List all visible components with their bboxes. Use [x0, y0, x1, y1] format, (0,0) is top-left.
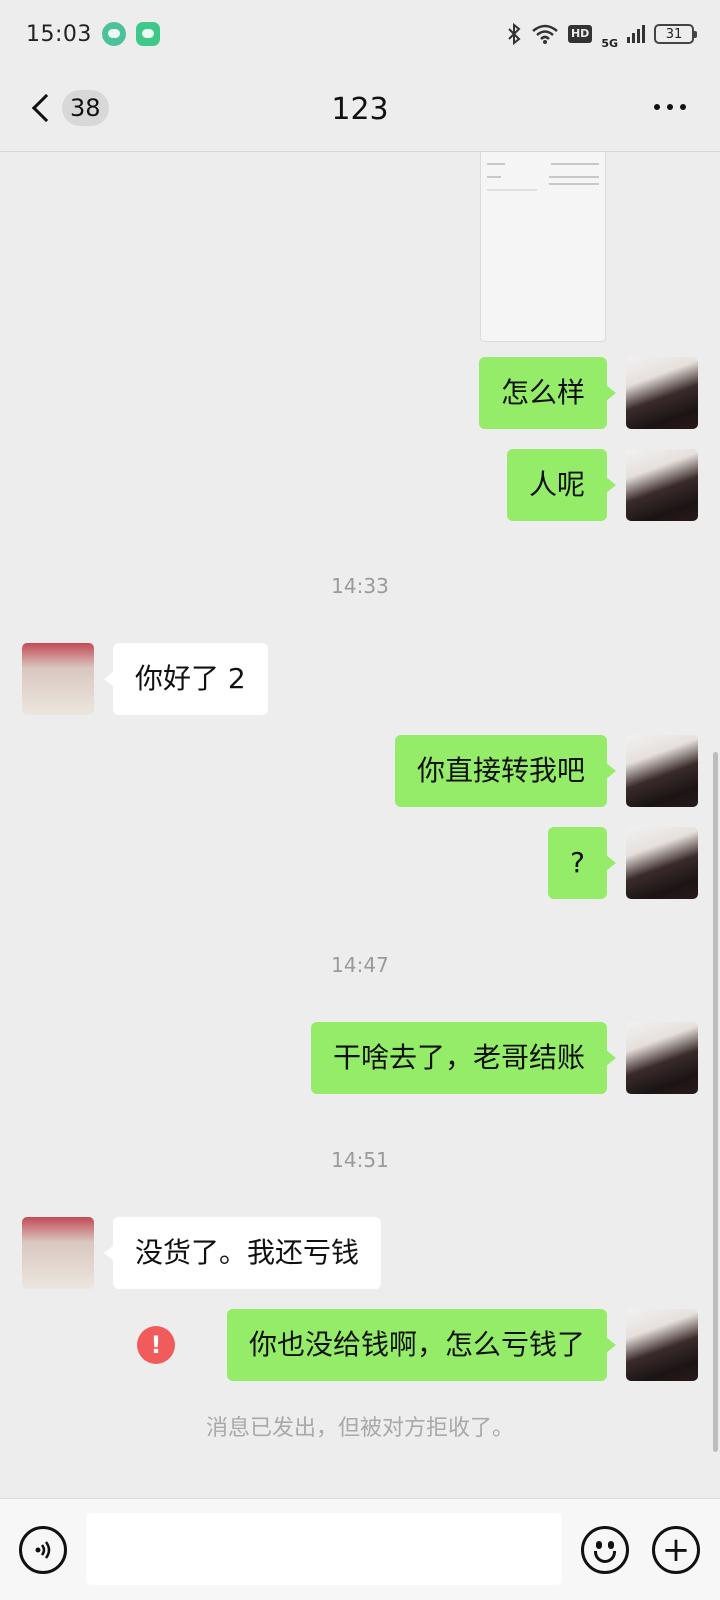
message-row-sent: 人呢 [0, 449, 720, 521]
contact-avatar[interactable] [22, 1217, 94, 1289]
more-options-button[interactable] [654, 104, 686, 110]
message-bubble-sent[interactable]: 怎么样 [478, 357, 617, 429]
more-dot-icon [680, 104, 686, 110]
more-dot-icon [667, 104, 673, 110]
voice-input-button[interactable] [19, 1526, 67, 1574]
emoji-eye-icon [596, 1541, 602, 1549]
message-bubble-received[interactable]: 你好了 2 [104, 643, 268, 715]
message-bubble-sent[interactable]: 你也没给钱啊，怎么亏钱了 [226, 1309, 617, 1381]
chat-title: 123 [331, 92, 389, 127]
message-row-sent: 干啥去了，老哥结账 [0, 1022, 720, 1094]
my-avatar[interactable] [626, 1022, 698, 1094]
hd-badge: HD [567, 25, 593, 43]
my-avatar[interactable] [626, 735, 698, 807]
rejected-notice: 消息已发出，但被对方拒收了。 [205, 1416, 514, 1441]
wifi-icon [532, 24, 558, 44]
message-list[interactable]: 怎么样 人呢 14:33 你好了 2 你直接转我吧 ? 14:47 干啥去了，老… [0, 152, 720, 1498]
my-avatar[interactable] [626, 1309, 698, 1381]
message-row-sent: 怎么样 [0, 357, 720, 429]
voice-icon [35, 1541, 51, 1559]
more-functions-button[interactable]: + [652, 1526, 700, 1574]
message-bubble-sent[interactable]: 人呢 [506, 449, 617, 521]
message-bubble-sent[interactable]: 你直接转我吧 [394, 735, 617, 807]
signal-icon [627, 25, 645, 43]
my-avatar[interactable] [626, 449, 698, 521]
more-dot-icon [654, 104, 660, 110]
message-notification-icon [135, 22, 160, 46]
status-time: 15:03 [26, 21, 92, 47]
battery-icon: 31 [654, 24, 697, 44]
message-bubble-sent[interactable]: 干啥去了，老哥结账 [310, 1022, 617, 1094]
chat-header: 38 123 [0, 68, 720, 152]
battery-level: 31 [665, 26, 683, 42]
shared-image-message[interactable] [480, 152, 606, 342]
message-bubble-received[interactable]: 没货了。我还亏钱 [103, 1217, 382, 1289]
status-right: HD 5G 31 [506, 20, 697, 50]
status-left: 15:03 [26, 22, 160, 47]
my-avatar[interactable] [626, 357, 698, 429]
emoji-mouth-icon [594, 1551, 616, 1563]
timestamp-divider: 14:47 [331, 953, 389, 977]
message-row-received: 你好了 2 [0, 643, 720, 715]
plus-icon: + [661, 1530, 691, 1570]
input-bar: + [0, 1498, 720, 1600]
message-input[interactable] [86, 1513, 562, 1585]
timestamp-divider: 14:51 [331, 1148, 389, 1172]
message-row-received: 没货了。我还亏钱 [0, 1217, 720, 1289]
emoji-eye-icon [608, 1541, 614, 1549]
send-failed-icon[interactable]: ! [137, 1326, 175, 1364]
timestamp-divider: 14:33 [331, 574, 389, 598]
message-row-sent: 你直接转我吧 [0, 735, 720, 807]
contact-avatar[interactable] [22, 643, 94, 715]
emoji-button[interactable] [581, 1526, 629, 1574]
wechat-notification-icon [101, 22, 126, 46]
bluetooth-icon [508, 22, 521, 46]
status-bar: 15:03 HD 5G 31 [0, 0, 720, 68]
network-type: 5G [601, 36, 618, 50]
message-bubble-sent[interactable]: ? [548, 827, 616, 899]
my-avatar[interactable] [626, 827, 698, 899]
chevron-left-icon [31, 93, 61, 123]
message-row-sent: ? [0, 827, 720, 899]
unread-count-badge: 38 [62, 90, 109, 126]
message-row-sent-failed: ! 你也没给钱啊，怎么亏钱了 [0, 1309, 720, 1381]
scrollbar[interactable] [713, 752, 718, 1452]
back-button[interactable]: 38 [28, 90, 109, 126]
